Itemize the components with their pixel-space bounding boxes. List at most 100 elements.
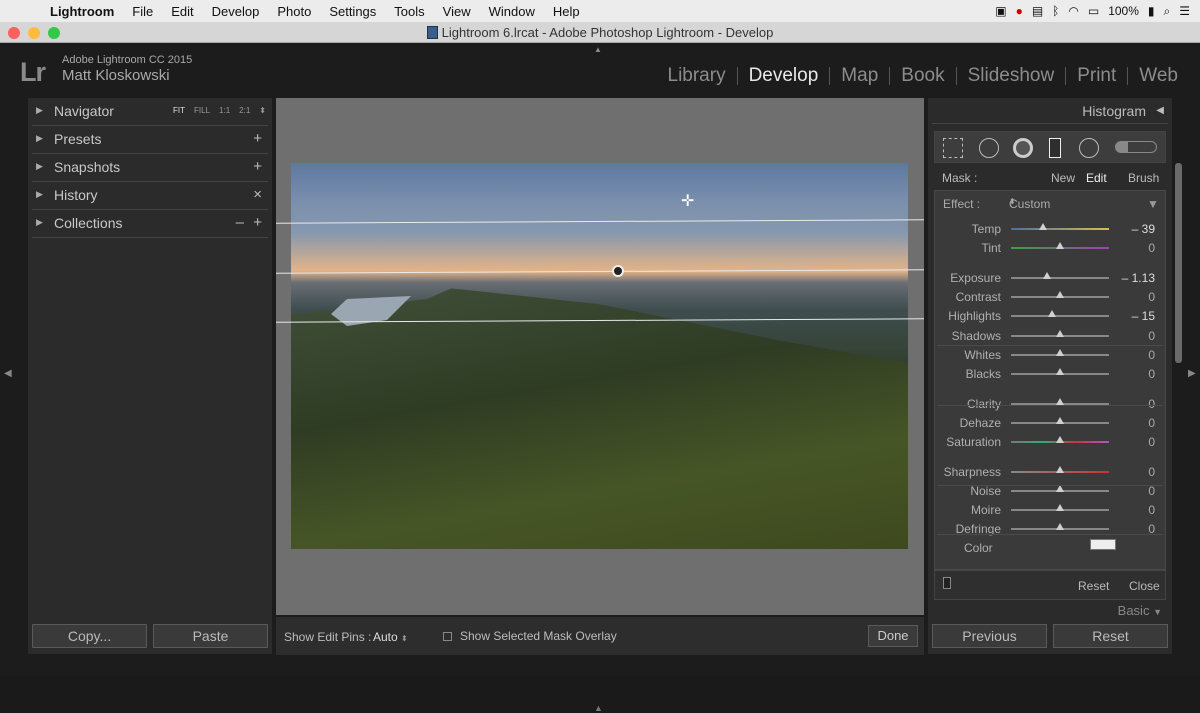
slider-contrast[interactable]: Contrast 0	[935, 287, 1167, 306]
radial-filter-icon[interactable]	[1079, 138, 1099, 158]
adjustment-brush-icon[interactable]	[1115, 141, 1157, 153]
slider-sharpness[interactable]: Sharpness 0	[935, 462, 1167, 481]
module-slideshow[interactable]: Slideshow	[957, 65, 1066, 87]
list-icon[interactable]: ☰	[1179, 4, 1190, 18]
image-canvas[interactable]: ✛	[276, 98, 924, 615]
slider-thumb[interactable]	[1056, 368, 1064, 375]
menu-file[interactable]: File	[132, 4, 153, 19]
slider-value[interactable]: 0	[1148, 484, 1155, 498]
slider-thumb[interactable]	[1056, 485, 1064, 492]
mask-brush-button[interactable]: Brush	[1128, 171, 1159, 185]
slider-thumb[interactable]	[1043, 272, 1052, 279]
slider-thumb[interactable]	[1056, 398, 1064, 405]
menu-edit[interactable]: Edit	[171, 4, 193, 19]
close-window-button[interactable]	[8, 27, 20, 39]
collapse-triangle-icon[interactable]: ▼	[1153, 607, 1162, 617]
record-icon[interactable]: ●	[1016, 4, 1023, 18]
menu-help[interactable]: Help	[553, 4, 580, 19]
slider-moire[interactable]: Moire 0	[935, 500, 1167, 519]
crop-tool-icon[interactable]	[943, 138, 963, 158]
add-preset-button[interactable]: +	[253, 130, 262, 147]
collapse-triangle-icon[interactable]: ◀	[1156, 105, 1164, 116]
bluetooth-icon[interactable]: ᛒ	[1052, 4, 1059, 18]
edit-pins-select[interactable]: Auto ⬍	[373, 630, 408, 644]
slider-track[interactable]	[1011, 315, 1109, 317]
battery-icon[interactable]: ▮	[1148, 4, 1155, 18]
slider-whites[interactable]: Whites 0	[935, 345, 1167, 364]
slider-value[interactable]: 0	[1148, 367, 1155, 381]
module-web[interactable]: Web	[1128, 65, 1189, 87]
copy-button[interactable]: Copy...	[32, 624, 147, 648]
slider-thumb[interactable]	[1048, 310, 1057, 317]
slider-value[interactable]: 0	[1148, 329, 1155, 343]
previous-button[interactable]: Previous	[932, 624, 1047, 648]
module-develop[interactable]: Develop	[738, 65, 830, 87]
slider-value[interactable]: 0	[1148, 241, 1155, 255]
presets-header[interactable]: ▶ Presets +	[28, 126, 272, 154]
slider-thumb[interactable]	[1056, 523, 1064, 530]
menu-view[interactable]: View	[443, 4, 471, 19]
slider-blacks[interactable]: Blacks 0	[935, 364, 1167, 383]
edit-pin-icon[interactable]	[612, 265, 624, 277]
expand-triangle-icon[interactable]: ▶	[36, 105, 43, 116]
slider-value[interactable]: 0	[1148, 435, 1155, 449]
done-button[interactable]: Done	[868, 625, 918, 647]
slider-value[interactable]: 0	[1148, 465, 1155, 479]
wifi-icon[interactable]: ◠	[1068, 4, 1078, 18]
menu-develop[interactable]: Develop	[212, 4, 260, 19]
slider-clarity[interactable]: Clarity 0	[935, 394, 1167, 413]
minimize-window-button[interactable]	[28, 27, 40, 39]
slider-track[interactable]	[1011, 277, 1109, 279]
module-book[interactable]: Book	[890, 65, 955, 87]
slider-defringe[interactable]: Defringe 0	[935, 519, 1167, 538]
airplay-icon[interactable]: ▭	[1088, 4, 1099, 18]
expand-triangle-icon[interactable]: ▶	[36, 189, 43, 200]
top-panel-toggle-icon[interactable]: ▲	[594, 45, 602, 54]
effect-menu-triangle-icon[interactable]: ▼	[1147, 197, 1159, 211]
zoom-fill[interactable]: FILL	[194, 106, 210, 115]
right-panel-toggle-icon[interactable]: ▶	[1188, 368, 1196, 379]
panel-switch-icon[interactable]	[943, 577, 951, 589]
slider-value[interactable]: 0	[1148, 416, 1155, 430]
slider-shadows[interactable]: Shadows 0	[935, 326, 1167, 345]
slider-thumb[interactable]	[1056, 349, 1064, 356]
module-map[interactable]: Map	[830, 65, 889, 87]
menu-tools[interactable]: Tools	[394, 4, 424, 19]
module-print[interactable]: Print	[1066, 65, 1127, 87]
camera-icon[interactable]: ▣	[995, 4, 1006, 18]
add-collection-button[interactable]: +	[253, 214, 262, 231]
slider-highlights[interactable]: Highlights – 15	[935, 306, 1167, 325]
search-icon[interactable]: ⌕	[1164, 4, 1171, 19]
slider-thumb[interactable]	[1039, 223, 1048, 230]
filmstrip-toggle-icon[interactable]: ▲	[594, 703, 603, 713]
mask-new-button[interactable]: New	[1051, 171, 1075, 185]
slider-thumb[interactable]	[1056, 291, 1064, 298]
slider-track[interactable]	[1011, 228, 1109, 230]
slider-value[interactable]: 0	[1148, 290, 1155, 304]
red-eye-icon[interactable]	[1013, 138, 1033, 158]
histogram-header[interactable]: Histogram ◀	[928, 98, 1172, 124]
expand-triangle-icon[interactable]: ▶	[36, 133, 43, 144]
mask-overlay-label[interactable]: Show Selected Mask Overlay	[460, 629, 617, 643]
zoom-more-icon[interactable]: ⬍	[259, 106, 266, 115]
history-header[interactable]: ▶ History ×	[28, 182, 272, 210]
slider-temp[interactable]: Temp – 39	[935, 219, 1167, 238]
mask-close-button[interactable]: Close	[1129, 579, 1160, 593]
slider-noise[interactable]: Noise 0	[935, 481, 1167, 500]
graduated-filter-icon[interactable]	[1049, 138, 1061, 158]
navigator-header[interactable]: ▶ Navigator FIT FILL 1:1 2:1 ⬍	[28, 98, 272, 126]
collections-header[interactable]: ▶ Collections – +	[28, 210, 272, 238]
expand-triangle-icon[interactable]: ▶	[36, 217, 43, 228]
slider-value[interactable]: 0	[1148, 503, 1155, 517]
left-panel-toggle-icon[interactable]: ◀	[4, 368, 12, 379]
slider-exposure[interactable]: Exposure – 1.13	[935, 268, 1167, 287]
slider-thumb[interactable]	[1056, 330, 1064, 337]
slider-value[interactable]: 0	[1148, 397, 1155, 411]
right-panel-scrollbar[interactable]	[1175, 163, 1182, 363]
slider-thumb[interactable]	[1056, 242, 1064, 249]
menu-photo[interactable]: Photo	[277, 4, 311, 19]
menu-window[interactable]: Window	[489, 4, 535, 19]
slider-dehaze[interactable]: Dehaze 0	[935, 413, 1167, 432]
remove-collection-button[interactable]: –	[236, 214, 244, 231]
slider-thumb[interactable]	[1056, 466, 1064, 473]
